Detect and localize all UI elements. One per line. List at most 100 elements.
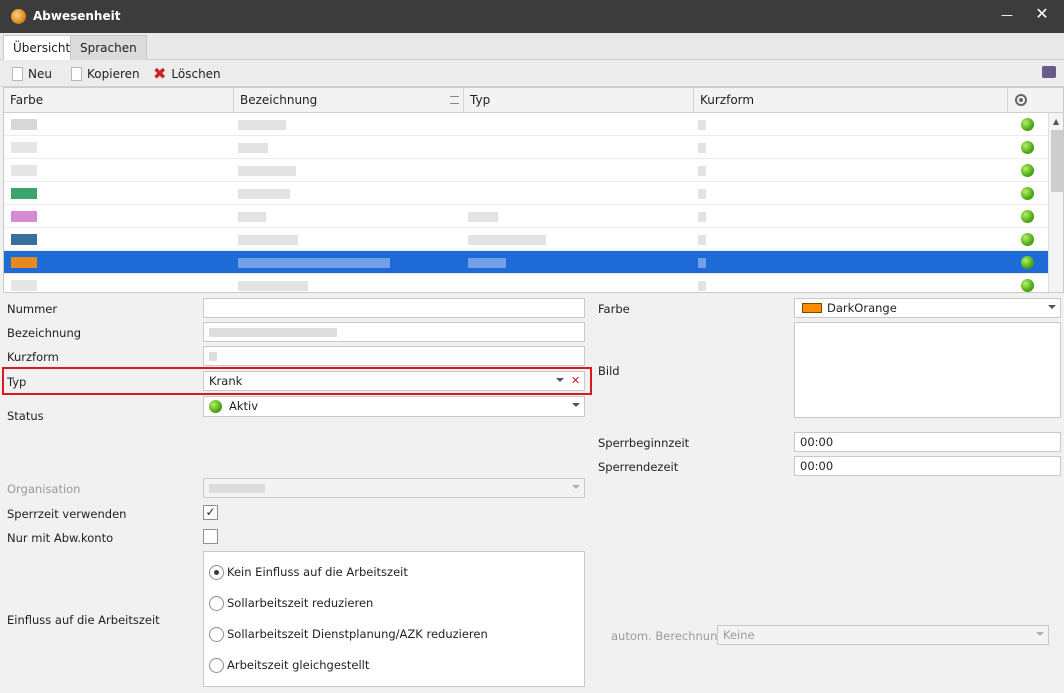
print-icon[interactable] bbox=[1042, 66, 1056, 78]
status-active-icon bbox=[1021, 210, 1034, 223]
new-document-icon bbox=[12, 67, 23, 81]
minimize-button[interactable]: — bbox=[1000, 8, 1014, 22]
sperrende-field[interactable]: 00:00 bbox=[794, 456, 1061, 476]
sperrzeit-label: Sperrzeit verwenden bbox=[7, 507, 127, 521]
bezeichnung-cell-redacted bbox=[238, 166, 296, 176]
new-button-label: Neu bbox=[28, 67, 52, 81]
kurzform-cell-redacted bbox=[698, 166, 706, 176]
einfluss-radio-1[interactable] bbox=[209, 596, 224, 611]
sperrzeit-checkbox[interactable]: ✓ bbox=[203, 505, 218, 520]
table-row[interactable] bbox=[4, 182, 1048, 205]
new-button[interactable]: Neu bbox=[12, 65, 52, 83]
einfluss-option-1[interactable]: Sollarbeitszeit reduzieren bbox=[227, 596, 373, 610]
autom-value: Keine bbox=[723, 628, 755, 642]
einfluss-option-2[interactable]: Sollarbeitszeit Dienstplanung/AZK reduzi… bbox=[227, 627, 488, 641]
abwkonto-checkbox[interactable] bbox=[203, 529, 218, 544]
table-row[interactable] bbox=[4, 228, 1048, 251]
kurzform-cell-redacted bbox=[698, 281, 706, 291]
bezeichnung-cell-redacted bbox=[238, 258, 390, 268]
table-row[interactable] bbox=[4, 274, 1048, 292]
tab-uebersicht[interactable]: Übersicht bbox=[3, 35, 81, 60]
bezeichnung-field[interactable] bbox=[203, 322, 585, 342]
farbe-select[interactable]: DarkOrange bbox=[794, 298, 1061, 318]
column-header-kurzform[interactable]: Kurzform bbox=[694, 88, 1008, 113]
scroll-thumb[interactable] bbox=[1051, 130, 1063, 192]
kurzform-field[interactable] bbox=[203, 346, 585, 366]
row-color-swatch bbox=[11, 188, 37, 199]
typ-highlight-box bbox=[2, 367, 592, 395]
einfluss-radio-group: Kein Einfluss auf die Arbeitszeit Sollar… bbox=[203, 551, 585, 687]
status-column-icon[interactable] bbox=[1015, 94, 1027, 106]
status-label: Status bbox=[7, 409, 44, 423]
column-header-bezeichnung[interactable]: Bezeichnung bbox=[234, 88, 464, 113]
grid-scrollbar[interactable]: ▲ bbox=[1048, 113, 1063, 292]
bild-image-box[interactable] bbox=[794, 322, 1061, 418]
title-bar: Abwesenheit — ✕ bbox=[0, 0, 1064, 33]
sperrbeginn-field[interactable]: 00:00 bbox=[794, 432, 1061, 452]
organisation-label: Organisation bbox=[7, 482, 81, 496]
tab-sprachen[interactable]: Sprachen bbox=[70, 35, 147, 60]
table-row[interactable] bbox=[4, 251, 1048, 274]
kurzform-label: Kurzform bbox=[7, 350, 59, 364]
typ-cell-redacted bbox=[468, 212, 498, 222]
sort-icon[interactable] bbox=[450, 96, 459, 104]
autom-select: Keine bbox=[717, 625, 1049, 645]
typ-cell-redacted bbox=[468, 258, 506, 268]
delete-button[interactable]: ✖ Löschen bbox=[153, 65, 221, 83]
bild-label: Bild bbox=[598, 364, 620, 378]
abwkonto-label: Nur mit Abw.konto bbox=[7, 531, 114, 545]
status-active-icon bbox=[1021, 164, 1034, 177]
close-button[interactable]: ✕ bbox=[1034, 6, 1050, 22]
chevron-down-icon bbox=[572, 485, 580, 489]
status-active-icon bbox=[1021, 256, 1034, 269]
kurzform-cell-redacted bbox=[698, 235, 706, 245]
table-row[interactable] bbox=[4, 159, 1048, 182]
kurzform-cell-redacted bbox=[698, 212, 706, 222]
status-active-icon bbox=[1021, 118, 1034, 131]
typ-cell-redacted bbox=[468, 235, 546, 245]
sperrbeginn-value: 00:00 bbox=[800, 435, 834, 449]
column-header-farbe[interactable]: Farbe bbox=[4, 88, 234, 113]
einfluss-option-0[interactable]: Kein Einfluss auf die Arbeitszeit bbox=[227, 565, 408, 579]
autom-label: autom. Berechnung bbox=[611, 629, 725, 643]
bezeichnung-cell-redacted bbox=[238, 143, 268, 153]
kurzform-cell-redacted bbox=[698, 189, 706, 199]
column-header-typ[interactable]: Typ bbox=[464, 88, 694, 113]
chevron-down-icon bbox=[1036, 632, 1044, 636]
grid-header: Farbe Bezeichnung Typ Kurzform bbox=[4, 88, 1063, 113]
absence-grid: Farbe Bezeichnung Typ Kurzform ▲ bbox=[3, 87, 1064, 293]
sperrende-value: 00:00 bbox=[800, 459, 834, 473]
row-color-swatch bbox=[11, 211, 37, 222]
bezeichnung-cell-redacted bbox=[238, 120, 286, 130]
chevron-down-icon[interactable] bbox=[572, 403, 580, 407]
einfluss-radio-3[interactable] bbox=[209, 658, 224, 673]
farbe-label: Farbe bbox=[598, 302, 630, 316]
table-row[interactable] bbox=[4, 136, 1048, 159]
delete-button-label: Löschen bbox=[171, 67, 221, 81]
row-color-swatch bbox=[11, 257, 37, 268]
table-row[interactable] bbox=[4, 205, 1048, 228]
copy-button[interactable]: Kopieren bbox=[71, 65, 140, 83]
sperrbeginn-label: Sperrbeginnzeit bbox=[598, 436, 690, 450]
status-active-icon bbox=[1021, 187, 1034, 200]
kurzform-cell-redacted bbox=[698, 120, 706, 130]
status-active-icon bbox=[1021, 233, 1034, 246]
einfluss-radio-2[interactable] bbox=[209, 627, 224, 642]
chevron-down-icon[interactable] bbox=[1048, 305, 1056, 309]
table-row[interactable] bbox=[4, 113, 1048, 136]
scroll-up-icon[interactable]: ▲ bbox=[1053, 117, 1059, 126]
einfluss-radio-0[interactable] bbox=[209, 565, 224, 580]
bezeichnung-cell-redacted bbox=[238, 212, 266, 222]
einfluss-option-3[interactable]: Arbeitszeit gleichgestellt bbox=[227, 658, 369, 672]
status-select[interactable]: Aktiv bbox=[203, 396, 585, 417]
window-title: Abwesenheit bbox=[33, 9, 121, 23]
kurzform-cell-redacted bbox=[698, 258, 706, 268]
nummer-field[interactable] bbox=[203, 298, 585, 318]
row-color-swatch bbox=[11, 280, 37, 291]
copy-button-label: Kopieren bbox=[87, 67, 140, 81]
row-color-swatch bbox=[11, 234, 37, 245]
bezeichnung-cell-redacted bbox=[238, 281, 308, 291]
row-color-swatch bbox=[11, 165, 37, 176]
bezeichnung-cell-redacted bbox=[238, 189, 290, 199]
bezeichnung-label: Bezeichnung bbox=[7, 326, 82, 340]
